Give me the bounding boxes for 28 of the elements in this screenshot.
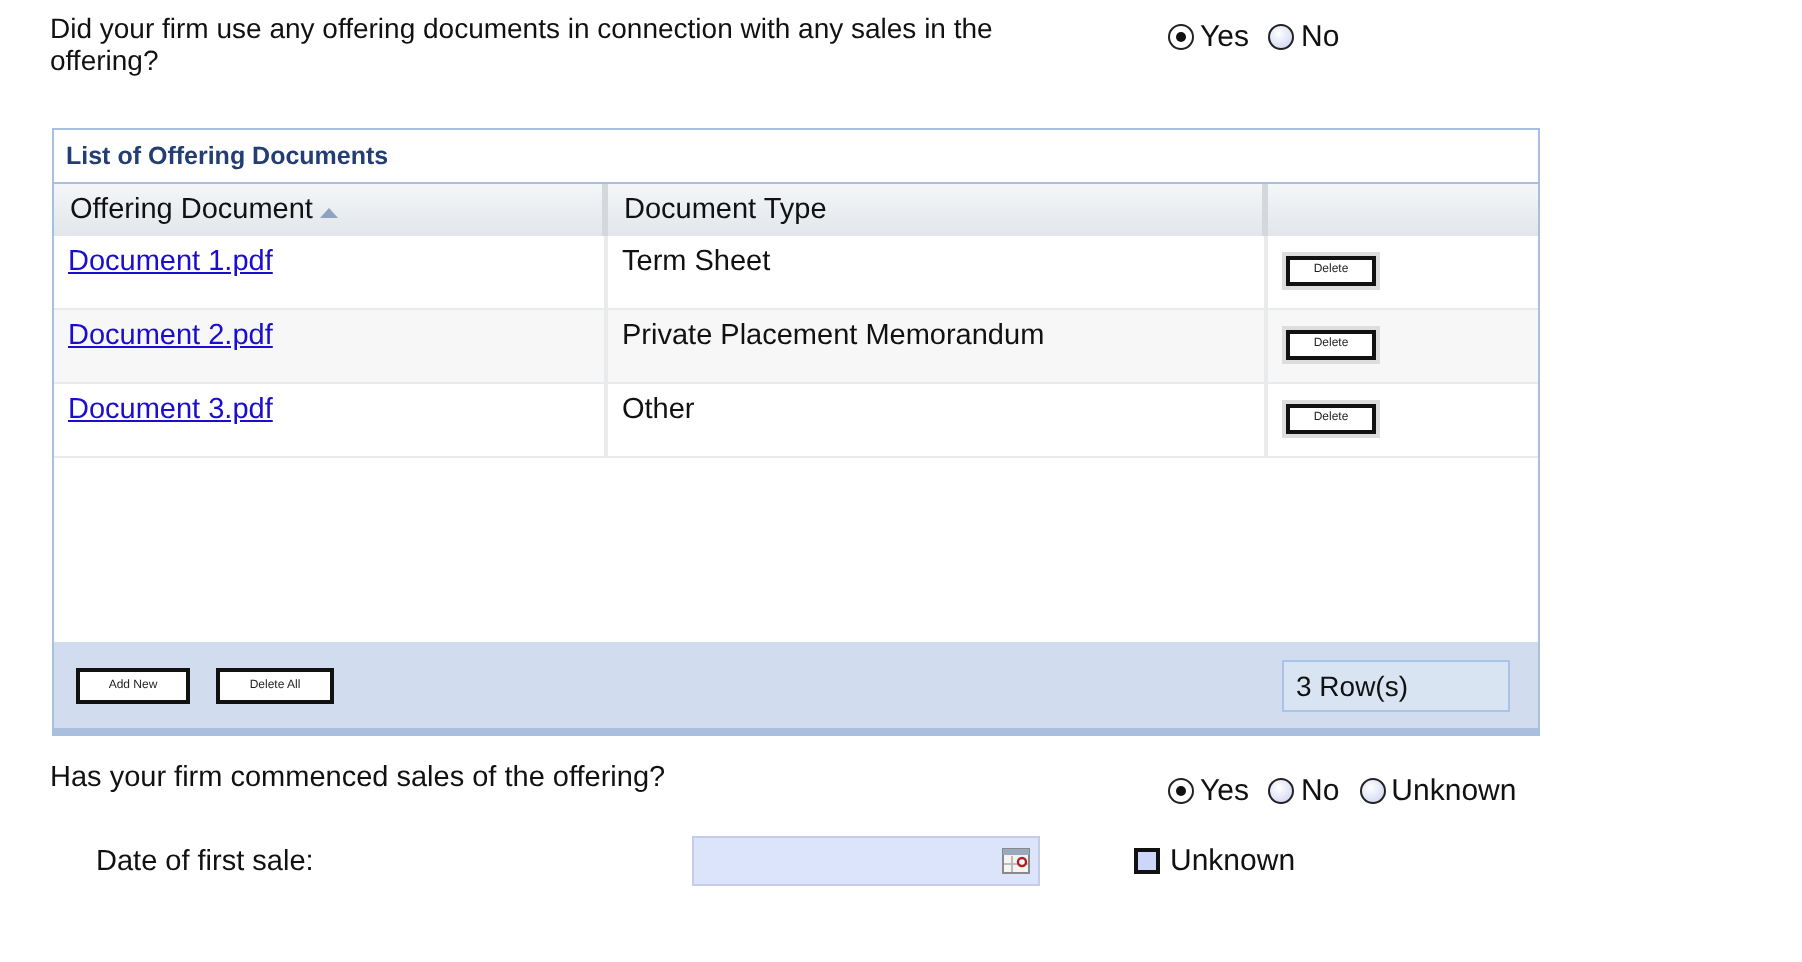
- file-link[interactable]: Document 2.pdf: [68, 320, 273, 352]
- file-link[interactable]: Document 3.pdf: [68, 394, 273, 426]
- question-text: Did your firm use any offering documents in connection with any sales in the offering?: [50, 12, 995, 80]
- table-cell: Private Placement Memorandum: [622, 320, 1045, 352]
- row-count: 3 Row(s): [1282, 659, 1510, 711]
- radio-button[interactable]: [1168, 777, 1194, 803]
- radio-label: No: [1300, 19, 1340, 53]
- column-label: Offering Document: [70, 194, 313, 226]
- radio-label: Yes: [1200, 19, 1249, 53]
- radio-button[interactable]: [1168, 23, 1194, 49]
- table-cell: Other: [622, 394, 695, 426]
- question-text: Has your firm commenced sales of the offering?: [50, 762, 668, 798]
- radio-label: Unknown: [1391, 773, 1517, 807]
- radio-label: Yes: [1200, 773, 1249, 807]
- table-cell: Term Sheet: [622, 246, 771, 278]
- column-label: Document Type: [624, 194, 827, 226]
- column-header[interactable]: Offering Document: [54, 184, 608, 236]
- radio-button[interactable]: [1268, 777, 1295, 803]
- checkbox[interactable]: [1134, 848, 1160, 874]
- checkbox-label: Unknown: [1170, 844, 1296, 878]
- radio-button[interactable]: [1268, 23, 1295, 49]
- column-header[interactable]: Document Type: [608, 184, 1268, 236]
- field-label: Date of first sale:: [96, 845, 316, 877]
- date-field[interactable]: [692, 836, 1040, 886]
- radio-label: No: [1300, 773, 1340, 807]
- radio-button[interactable]: [1359, 777, 1386, 803]
- file-link[interactable]: Document 1.pdf: [68, 246, 273, 278]
- calendar-icon[interactable]: [1002, 848, 1030, 874]
